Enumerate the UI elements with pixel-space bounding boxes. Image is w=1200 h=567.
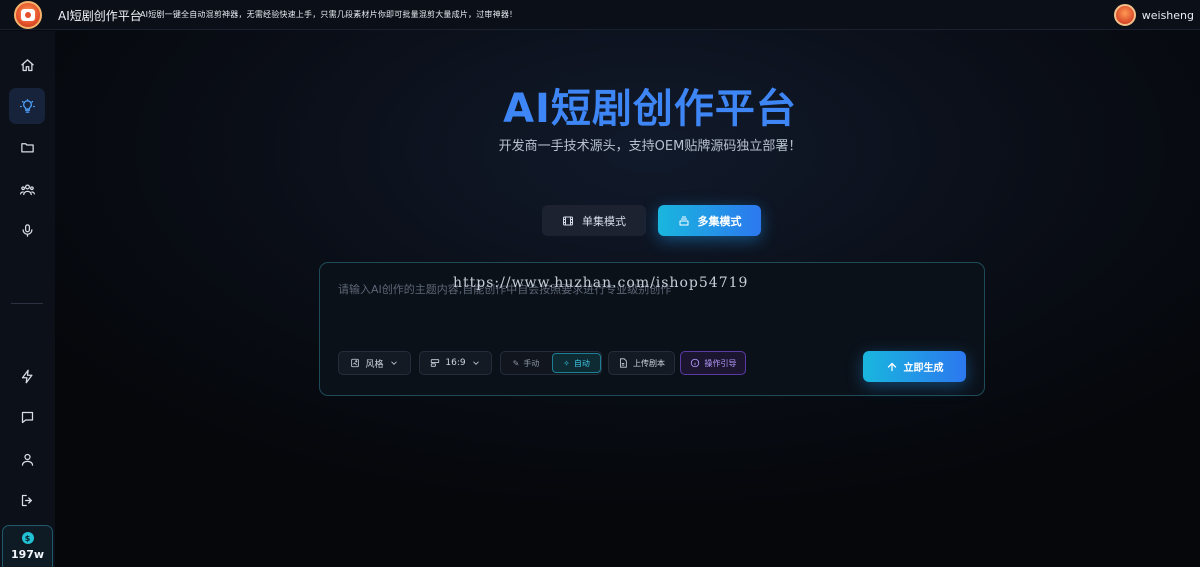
user-icon xyxy=(21,453,33,466)
style-label: 风格 xyxy=(365,359,384,370)
operation-guide-label: 操作引导 xyxy=(704,358,737,368)
mode-segmented-control: ✎ 手动 ✧ 自动 xyxy=(500,351,602,375)
generate-button[interactable]: 立即生成 xyxy=(863,351,966,382)
generate-label: 立即生成 xyxy=(903,363,944,374)
sidebar-item-profile[interactable] xyxy=(9,441,45,477)
sidebar-item-power[interactable] xyxy=(9,358,45,394)
arrow-up-icon xyxy=(887,362,896,371)
upload-script-label: 上传剧本 xyxy=(633,358,665,368)
layers-icon xyxy=(679,216,688,225)
logo-badge xyxy=(14,1,42,29)
single-episode-mode-button[interactable]: 单集模式 xyxy=(542,205,646,236)
upload-script-button[interactable]: 上传剧本 xyxy=(608,351,675,375)
multi-mode-label: 多集模式 xyxy=(697,214,742,228)
operation-guide-button[interactable]: 操作引导 xyxy=(680,351,746,375)
document-icon xyxy=(620,358,627,368)
home-icon xyxy=(20,58,34,71)
sidebar-item-logout[interactable] xyxy=(9,482,45,518)
logout-icon xyxy=(21,494,32,506)
lightning-icon xyxy=(21,369,32,383)
sidebar-item-team[interactable] xyxy=(9,171,45,207)
balance-card[interactable]: $ 197w xyxy=(2,525,53,567)
sidebar-divider xyxy=(11,303,43,304)
microphone-icon xyxy=(22,223,32,237)
multi-episode-mode-button[interactable]: 多集模式 xyxy=(658,205,761,236)
page-title: AI短剧创作平台 xyxy=(503,86,797,132)
page-subtitle: 开发商一手技术源头，支持OEM贴牌源码独立部署！ xyxy=(498,139,802,154)
app-title: AI短剧创作平台 xyxy=(58,9,142,23)
aspect-ratio-icon xyxy=(431,359,440,367)
sparkle-icon: ✧ xyxy=(563,358,570,368)
style-dropdown[interactable]: 风格 xyxy=(338,351,411,375)
manual-label: 手动 xyxy=(523,358,540,368)
app-logo[interactable] xyxy=(12,0,44,30)
film-icon xyxy=(563,216,573,225)
app-tagline: AI短剧一键全自动混剪神器，无需经验快速上手，只需几段素材片你即可批量混剪大量成… xyxy=(140,10,518,19)
info-icon xyxy=(690,358,699,368)
username: weisheng xyxy=(1141,8,1194,22)
user-menu[interactable]: weisheng xyxy=(1113,0,1194,30)
dollar-icon: $ xyxy=(21,532,34,544)
chevron-down-icon xyxy=(472,361,479,365)
aspect-ratio-label: 16:9 xyxy=(445,358,466,368)
prompt-card: https://www.huzhan.com/ishop54719 风格 16:… xyxy=(319,262,985,396)
auto-label: 自动 xyxy=(573,358,590,368)
avatar[interactable] xyxy=(1113,4,1136,26)
top-bar: AI短剧创作平台 AI短剧一键全自动混剪神器，无需经验快速上手，只需几段素材片你… xyxy=(0,0,1200,30)
sidebar-item-messages[interactable] xyxy=(9,399,45,435)
manual-mode-option[interactable]: ✎ 手动 xyxy=(503,354,549,372)
pencil-icon: ✎ xyxy=(512,358,520,368)
auto-mode-option[interactable]: ✧ 自动 xyxy=(552,353,601,373)
aspect-ratio-dropdown[interactable]: 16:9 xyxy=(419,351,492,375)
message-icon xyxy=(21,411,33,423)
watermark-text: https://www.huzhan.com/ishop54719 xyxy=(453,275,749,291)
chevron-down-icon xyxy=(390,361,397,365)
balance-value: 197w xyxy=(10,548,45,561)
users-icon xyxy=(19,184,35,195)
style-icon xyxy=(351,358,360,368)
single-mode-label: 单集模式 xyxy=(582,214,626,228)
sidebar-item-voice[interactable] xyxy=(9,212,45,248)
